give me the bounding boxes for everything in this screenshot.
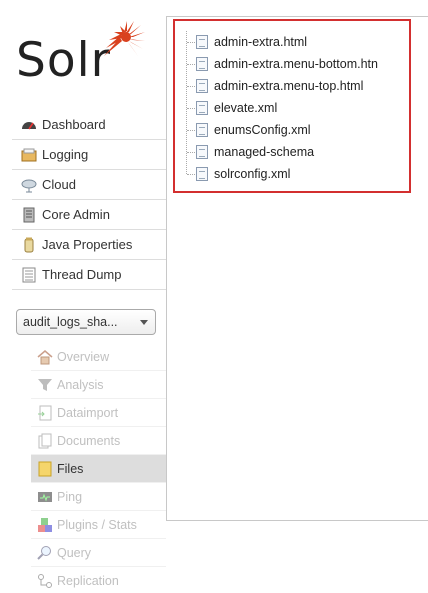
nav-item-cloud[interactable]: Cloud [12,170,166,200]
core-item-replication[interactable]: Replication [31,567,166,593]
core-item-plugins-stats[interactable]: Plugins / Stats [31,511,166,539]
nav-item-java-properties[interactable]: Java Properties [12,230,166,260]
file-name: enumsConfig.xml [214,123,311,137]
plugins-icon [37,517,53,533]
file-icon [196,101,208,115]
core-item-label: Dataimport [57,405,119,420]
documents-icon [37,433,53,449]
nav-item-label: Core Admin [42,207,110,222]
file-item[interactable]: admin-extra.menu-bottom.htn [184,53,378,75]
core-item-label: Query [57,545,92,560]
query-icon [37,545,53,561]
file-name: admin-extra.menu-top.html [214,79,364,93]
file-name: admin-extra.html [214,35,308,49]
core-item-documents[interactable]: Documents [31,427,166,455]
core-item-dataimport[interactable]: Dataimport [31,399,166,427]
core-navigation: Overview Analysis Dataimport Documents F… [31,343,166,593]
nav-item-label: Cloud [42,177,76,192]
file-item[interactable]: admin-extra.html [184,31,378,53]
solr-sun-icon [104,21,145,56]
file-icon [196,145,208,159]
file-name: solrconfig.xml [214,167,291,181]
core-item-label: Replication [57,573,119,588]
core-selector[interactable]: audit_logs_sha... [16,309,156,335]
file-item[interactable]: managed-schema [184,141,378,163]
cloud-icon [21,177,37,193]
core-item-ping[interactable]: Ping [31,483,166,511]
replication-icon [37,573,53,589]
file-icon [196,167,208,181]
nav-item-logging[interactable]: Logging [12,140,166,170]
funnel-icon [37,377,53,393]
core-item-label: Ping [57,489,83,504]
dashboard-icon [21,117,37,133]
file-item[interactable]: solrconfig.xml [184,163,378,185]
nav-item-dashboard[interactable]: Dashboard [12,110,166,140]
file-icon [196,123,208,137]
java-properties-icon [21,237,37,253]
file-name: elevate.xml [214,101,278,115]
dataimport-icon [37,405,53,421]
nav-item-label: Dashboard [42,117,106,132]
file-icon [196,79,208,93]
nav-item-label: Thread Dump [42,267,122,282]
core-item-files[interactable]: Files [31,455,166,483]
folder-icon [37,461,53,477]
file-name: admin-extra.menu-bottom.htn [214,57,378,71]
thread-dump-icon [21,267,37,283]
core-item-label: Overview [57,349,110,364]
home-icon [37,349,53,365]
nav-item-thread-dump[interactable]: Thread Dump [12,260,166,290]
ping-icon [37,489,53,505]
core-item-analysis[interactable]: Analysis [31,371,166,399]
chevron-down-icon [140,320,148,325]
file-tree: admin-extra.html admin-extra.menu-bottom… [184,31,378,185]
core-item-label: Analysis [57,377,104,392]
core-item-label: Files [57,461,84,476]
core-admin-icon [21,207,37,223]
main-navigation: Dashboard Logging Cloud Core Admin Java … [12,110,166,290]
core-selector-value: audit_logs_sha... [23,315,118,329]
file-item[interactable]: elevate.xml [184,97,378,119]
nav-item-core-admin[interactable]: Core Admin [12,200,166,230]
nav-item-label: Logging [42,147,89,162]
core-item-label: Plugins / Stats [57,517,137,532]
logging-icon [21,147,37,163]
file-name: managed-schema [214,145,315,159]
file-item[interactable]: enumsConfig.xml [184,119,378,141]
core-item-query[interactable]: Query [31,539,166,567]
brand-name: Solr [16,33,111,88]
core-item-label: Documents [57,433,121,448]
core-item-overview[interactable]: Overview [31,343,166,371]
file-icon [196,35,208,49]
file-item[interactable]: admin-extra.menu-top.html [184,75,378,97]
file-icon [196,57,208,71]
solr-logo[interactable]: Solr [16,18,146,88]
nav-item-label: Java Properties [42,237,133,252]
